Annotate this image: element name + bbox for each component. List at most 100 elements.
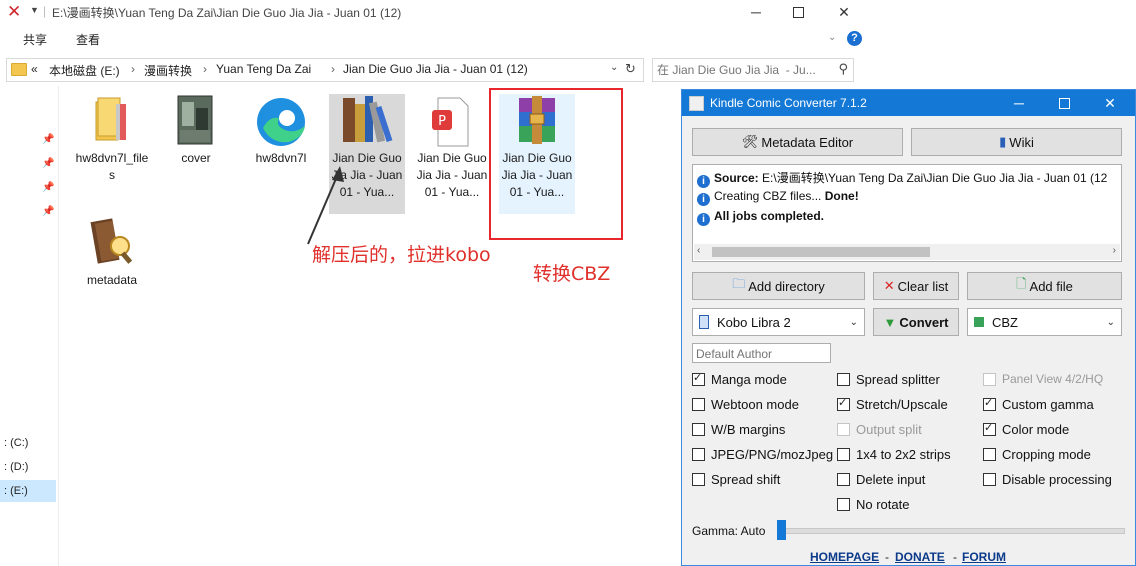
pin-icon[interactable]: 📌 — [42, 206, 54, 217]
default-author-field[interactable] — [692, 343, 832, 364]
donate-link[interactable]: DONATE — [895, 550, 945, 564]
search-box[interactable]: ⚲ — [652, 58, 854, 82]
annotation-text-left: 解压后的，拉进kobo — [312, 244, 491, 266]
option-disable-processing[interactable]: Disable processing — [983, 472, 1112, 487]
explorer-title: E:\漫画转换\Yuan Teng Da Zai\Jian Die Guo Ji… — [52, 6, 402, 20]
convert-button[interactable]: ▼ Convert — [873, 308, 959, 336]
kcc-maximize-button[interactable] — [1041, 90, 1087, 116]
checkbox[interactable] — [983, 448, 996, 461]
quick-access-dropdown-icon[interactable]: ▼ — [30, 5, 39, 15]
file-item-image[interactable]: cover — [158, 94, 234, 167]
option-manga-mode[interactable]: Manga mode — [692, 371, 787, 387]
checkbox[interactable] — [983, 421, 996, 436]
breadcrumb-overflow[interactable]: « — [31, 62, 38, 76]
scroll-left-icon[interactable]: ‹ — [697, 245, 700, 256]
kcc-minimize-button[interactable]: ─ — [996, 90, 1042, 116]
log-line-creating: i Creating CBZ files... Done! — [697, 189, 859, 206]
metadata-editor-button[interactable]: 🛠 Metadata Editor — [692, 128, 903, 156]
checkbox[interactable] — [692, 423, 705, 436]
forum-link[interactable]: FORUM — [962, 550, 1006, 564]
checkbox[interactable] — [692, 473, 705, 486]
option-jpeg-png-mozjpeg[interactable]: JPEG/PNG/mozJpeg — [692, 447, 833, 462]
pdf-icon: P — [414, 94, 490, 150]
pin-icon[interactable]: 📌 — [42, 158, 54, 169]
homepage-link[interactable]: HOMEPAGE — [810, 550, 879, 564]
log-horizontal-scrollbar[interactable]: ‹ › — [694, 244, 1120, 260]
address-dropdown-icon[interactable]: ⌄ — [610, 62, 618, 73]
option-panel-view: Panel View 4/2/HQ — [983, 372, 1103, 386]
option-cropping-mode[interactable]: Cropping mode — [983, 447, 1091, 462]
breadcrumb-folder-author[interactable]: Yuan Teng Da Zai — [216, 62, 311, 76]
checkbox[interactable] — [837, 498, 850, 511]
file-item-html[interactable]: hw8dvn7l — [243, 94, 319, 167]
footer-separator: - — [885, 550, 889, 564]
checkbox[interactable] — [692, 371, 705, 386]
option-spread-shift[interactable]: Spread shift — [692, 472, 780, 487]
checkbox[interactable] — [837, 373, 850, 386]
ribbon-expand-icon[interactable]: ⌄ — [828, 32, 836, 43]
drive-d[interactable]: : (D:) — [0, 456, 56, 478]
maximize-button[interactable] — [776, 0, 820, 24]
file-item-metadata[interactable]: metadata — [74, 216, 150, 289]
job-log[interactable]: i Source: E:\漫画转换\Yuan Teng Da Zai\Jian D… — [692, 164, 1122, 262]
device-select[interactable]: Kobo Libra 2 ⌄ — [692, 308, 865, 336]
checkbox[interactable] — [983, 473, 996, 486]
file-item-folder[interactable]: hw8dvn7l_files — [74, 94, 150, 184]
format-select[interactable]: CBZ ⌄ — [967, 308, 1122, 336]
add-directory-button[interactable]: 🗀 Add directory — [692, 272, 865, 300]
kcc-close-button[interactable]: ✕ — [1087, 90, 1133, 116]
log-line-source: i Source: E:\漫画转换\Yuan Teng Da Zai\Jian D… — [697, 169, 1107, 188]
close-button[interactable]: ✕ — [822, 0, 866, 24]
pin-icon[interactable]: 📌 — [42, 182, 54, 193]
option-strips[interactable]: 1x4 to 2x2 strips — [837, 447, 951, 462]
option-stretch-upscale[interactable]: Stretch/Upscale — [837, 396, 948, 412]
annotation-arrow — [307, 166, 344, 245]
minimize-button[interactable]: ─ — [734, 0, 778, 24]
checkbox[interactable] — [837, 396, 850, 411]
wiki-button[interactable]: ▮ Wiki — [911, 128, 1122, 156]
option-spread-splitter[interactable]: Spread splitter — [837, 372, 940, 387]
tab-share[interactable]: 共享 — [23, 31, 47, 48]
annotation-text-right: 转换CBZ — [533, 263, 611, 285]
info-icon: i — [697, 213, 710, 226]
option-no-rotate[interactable]: No rotate — [837, 497, 909, 512]
close-icon: ✕ — [838, 3, 850, 20]
annotation-red-box — [489, 88, 623, 240]
search-input[interactable] — [653, 59, 829, 81]
checkbox[interactable] — [837, 448, 850, 461]
option-color-mode[interactable]: Color mode — [983, 421, 1069, 437]
checkbox[interactable] — [837, 473, 850, 486]
refresh-icon[interactable]: ↻ — [625, 61, 636, 77]
author-input[interactable] — [693, 344, 832, 364]
drive-e[interactable]: : (E:) — [0, 480, 56, 502]
close-x-icon[interactable]: ✕ — [7, 2, 21, 22]
gamma-slider-track[interactable] — [780, 528, 1125, 534]
maximize-icon — [792, 6, 804, 18]
breadcrumb-folder-manhua[interactable]: 漫画转换 — [144, 62, 192, 79]
file-item-pdf[interactable]: P Jian Die Guo Jia Jia - Juan 01 - Yua..… — [414, 94, 490, 201]
kcc-title-bar: Kindle Comic Converter 7.1.2 ─ ✕ — [682, 90, 1135, 116]
tab-view[interactable]: 查看 — [76, 31, 100, 48]
scroll-right-icon[interactable]: › — [1113, 245, 1116, 256]
breadcrumb-folder-current[interactable]: Jian Die Guo Jia Jia - Juan 01 (12) — [343, 62, 528, 76]
help-icon[interactable]: ? — [847, 31, 862, 46]
address-bar[interactable]: « 本地磁盘 (E:) › 漫画转换 › Yuan Teng Da Zai › … — [6, 58, 644, 82]
checkbox[interactable] — [692, 398, 705, 411]
option-wb-margins[interactable]: W/B margins — [692, 422, 785, 437]
search-icon[interactable]: ⚲ — [838, 61, 848, 77]
breadcrumb-drive-e[interactable]: 本地磁盘 (E:) — [49, 62, 120, 79]
checkbox — [837, 423, 850, 436]
clear-list-button[interactable]: ✕ Clear list — [873, 272, 959, 300]
scrollbar-thumb[interactable] — [712, 247, 930, 257]
drive-c[interactable]: : (C:) — [0, 432, 56, 454]
checkbox[interactable] — [983, 396, 996, 411]
checkbox[interactable] — [692, 448, 705, 461]
option-delete-input[interactable]: Delete input — [837, 472, 925, 487]
option-webtoon-mode[interactable]: Webtoon mode — [692, 397, 799, 412]
add-file-button[interactable]: 🗋 Add file — [967, 272, 1122, 300]
info-icon: i — [697, 193, 710, 206]
gamma-slider-thumb[interactable] — [777, 520, 786, 540]
info-icon: i — [697, 175, 710, 188]
option-custom-gamma[interactable]: Custom gamma — [983, 396, 1094, 412]
pin-icon[interactable]: 📌 — [42, 134, 54, 145]
